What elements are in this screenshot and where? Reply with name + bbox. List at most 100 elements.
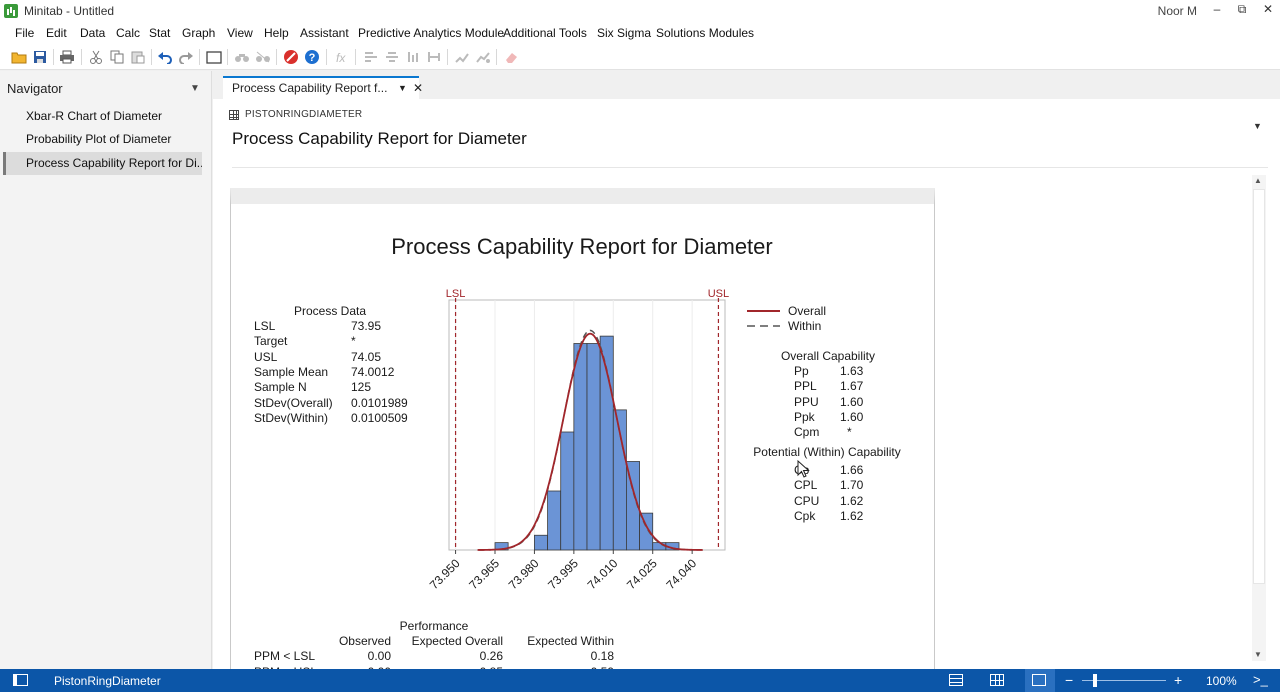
zoom-in-button[interactable]: + xyxy=(1174,672,1182,688)
legend-within: Within xyxy=(788,319,821,333)
window-title: Minitab - Untitled xyxy=(24,4,115,18)
process-data-label: Sample N xyxy=(254,380,307,394)
cut-icon[interactable] xyxy=(87,48,104,65)
menu-file[interactable]: File xyxy=(15,26,34,40)
process-data-label: USL xyxy=(254,350,278,364)
worksheet-view-icon[interactable] xyxy=(949,674,963,686)
save-icon[interactable] xyxy=(31,48,48,65)
scroll-up-icon[interactable]: ▲ xyxy=(1254,176,1262,185)
output-view-icon xyxy=(1032,674,1046,686)
process-data-label: LSL xyxy=(254,319,276,333)
print-icon[interactable] xyxy=(58,48,75,65)
capability-label: PPU xyxy=(794,395,819,409)
page-title: Process Capability Report for Diameter xyxy=(232,129,527,148)
chevron-down-icon[interactable]: ▼ xyxy=(398,78,407,99)
status-worksheet-name: PistonRingDiameter xyxy=(54,674,161,688)
close-tab-icon[interactable]: ✕ xyxy=(413,78,423,99)
help-icon[interactable]: ? xyxy=(303,48,320,65)
x-tick-label: 73.965 xyxy=(466,556,502,592)
performance-value: 0.00 xyxy=(368,649,392,663)
vertical-scrollbar[interactable]: ▲ ▼ xyxy=(1252,175,1266,661)
svg-text:fx: fx xyxy=(336,51,346,64)
overall-capability-heading: Overall Capability xyxy=(781,349,875,363)
menu-solutions-modules[interactable]: Solutions Modules xyxy=(656,26,754,40)
performance-value: 0.26 xyxy=(480,649,504,663)
minimize-button[interactable]: – xyxy=(1207,2,1227,20)
process-data-label: StDev(Overall) xyxy=(254,396,333,410)
process-data-label: Sample Mean xyxy=(254,365,328,379)
scroll-thumb[interactable] xyxy=(1253,189,1265,584)
user-name[interactable]: Noor M xyxy=(1158,4,1197,18)
capability-label: Pp xyxy=(794,364,809,378)
copy-icon[interactable] xyxy=(108,48,125,65)
graph-window[interactable]: Process Capability Report for Diameter P… xyxy=(230,188,935,678)
undo-icon[interactable] xyxy=(156,48,173,65)
menu-assistant[interactable]: Assistant xyxy=(300,26,349,40)
nav-item-probability-plot[interactable]: Probability Plot of Diameter xyxy=(3,128,202,151)
menu-additional-tools[interactable]: Additional Tools xyxy=(503,26,587,40)
menu-help[interactable]: Help xyxy=(264,26,289,40)
menu-edit[interactable]: Edit xyxy=(46,26,67,40)
open-folder-icon[interactable] xyxy=(10,48,27,65)
process-data-value: 0.0101989 xyxy=(351,396,408,410)
performance-col-expected-within: Expected Within xyxy=(527,634,614,648)
performance-col-observed: Observed xyxy=(339,634,391,648)
capability-histogram: LSL USL 73.950 73.965 73.980 73.995 74.010 74… xyxy=(427,288,729,592)
capability-value: 1.63 xyxy=(840,364,864,378)
cancel-icon[interactable] xyxy=(282,48,299,65)
command-line-icon[interactable]: >_ xyxy=(1253,672,1268,687)
menu-graph[interactable]: Graph xyxy=(182,26,215,40)
align-center-icon xyxy=(383,48,400,65)
chevron-down-icon[interactable]: ▼ xyxy=(1253,121,1262,131)
legend-overall: Overall xyxy=(788,304,826,318)
menu-predictive-analytics[interactable]: Predictive Analytics Module xyxy=(358,26,504,40)
capability-label: CPU xyxy=(794,494,819,508)
eraser-icon xyxy=(502,48,519,65)
capability-label: PPL xyxy=(794,379,817,393)
menu-data[interactable]: Data xyxy=(80,26,105,40)
svg-text:?: ? xyxy=(308,52,315,64)
histogram-bar xyxy=(560,431,575,551)
nav-item-xbar-r-chart[interactable]: Xbar-R Chart of Diameter xyxy=(3,105,202,128)
performance-heading: Performance xyxy=(400,619,469,633)
capability-value: 1.67 xyxy=(840,379,864,393)
zoom-out-button[interactable]: − xyxy=(1065,672,1073,688)
output-view-button[interactable] xyxy=(1025,669,1055,692)
close-window-button[interactable]: ✕ xyxy=(1258,2,1278,20)
capability-value: 1.62 xyxy=(840,509,864,523)
capability-report-graph: Process Capability Report for Diameter P… xyxy=(254,234,901,678)
title-bar: Minitab - Untitled Noor M – ⧉ ✕ xyxy=(0,0,1280,22)
menu-six-sigma[interactable]: Six Sigma xyxy=(597,26,651,40)
chevron-down-icon[interactable]: ▼ xyxy=(190,83,200,94)
align-left-icon xyxy=(362,48,379,65)
capability-value: 1.62 xyxy=(840,494,864,508)
menu-calc[interactable]: Calc xyxy=(116,26,140,40)
tab-bar: Process Capability Report f... ▼ ✕ xyxy=(213,71,1280,99)
performance-row-label: PPM < LSL xyxy=(254,649,315,663)
window-icon[interactable] xyxy=(205,48,222,65)
status-bar: PistonRingDiameter − + 100% >_ xyxy=(0,669,1280,692)
menu-stat[interactable]: Stat xyxy=(149,26,170,40)
paste-icon[interactable] xyxy=(129,48,146,65)
redo-icon[interactable] xyxy=(177,48,194,65)
minitab-app-icon xyxy=(4,4,18,18)
worksheet-grid-icon xyxy=(229,110,239,120)
menu-view[interactable]: View xyxy=(227,26,253,40)
nav-item-capability-report[interactable]: Process Capability Report for Di... xyxy=(3,152,202,175)
brush-icon xyxy=(453,48,470,65)
tab-capability-report[interactable]: Process Capability Report f... ▼ ✕ xyxy=(223,76,423,99)
scroll-down-icon[interactable]: ▼ xyxy=(1254,650,1262,659)
maximize-button[interactable]: ⧉ xyxy=(1232,2,1252,20)
x-tick-label: 73.980 xyxy=(506,556,542,592)
usl-label: USL xyxy=(708,288,729,300)
zoom-level: 100% xyxy=(1206,674,1237,688)
divider xyxy=(232,167,1268,168)
align-bottom-icon xyxy=(404,48,421,65)
layout-icon xyxy=(425,48,442,65)
toggle-navigator-icon[interactable] xyxy=(13,674,28,686)
performance-value: 0.18 xyxy=(591,649,615,663)
zoom-slider-thumb[interactable] xyxy=(1093,674,1097,687)
process-data-value: 125 xyxy=(351,380,371,394)
split-view-icon[interactable] xyxy=(990,674,1004,686)
capability-label: CPL xyxy=(794,478,818,492)
